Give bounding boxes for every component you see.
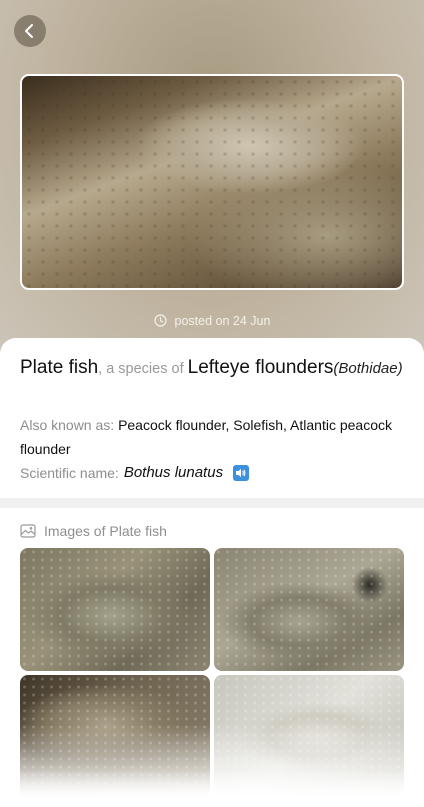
bottom-fade bbox=[0, 770, 424, 807]
species-connector: , a species of bbox=[98, 361, 188, 377]
also-known-as: Also known as: Peacock flounder, Solefis… bbox=[20, 413, 410, 461]
speaker-icon[interactable] bbox=[233, 464, 250, 481]
common-name: Plate fish bbox=[20, 357, 99, 378]
image-gallery-icon bbox=[20, 524, 36, 538]
speaker-glyph-icon bbox=[236, 468, 246, 477]
clock-icon bbox=[153, 314, 167, 327]
aka-label: Also known as: bbox=[20, 417, 119, 433]
section-divider bbox=[0, 498, 424, 508]
sci-value: Bothus lunatus bbox=[123, 464, 224, 481]
gallery-image[interactable] bbox=[214, 548, 404, 671]
family-name: (Bothidae) bbox=[333, 360, 403, 377]
species-title: Plate fish, a species of Lefteye flounde… bbox=[20, 356, 410, 381]
group-name[interactable]: Lefteye flounders bbox=[188, 357, 334, 378]
hero-backdrop: posted on 24 Jun bbox=[0, 0, 424, 372]
posted-text: posted on 24 Jun bbox=[174, 314, 271, 328]
gallery-image[interactable] bbox=[20, 548, 210, 671]
back-button[interactable] bbox=[14, 15, 46, 47]
scientific-name-row: Scientific name: Bothus lunatus bbox=[20, 464, 250, 481]
posted-date: posted on 24 Jun bbox=[0, 314, 424, 328]
chevron-left-icon bbox=[25, 24, 33, 38]
sci-label: Scientific name: bbox=[20, 464, 119, 481]
main-photo[interactable] bbox=[20, 74, 404, 290]
images-section-title: Images of Plate fish bbox=[44, 523, 167, 539]
images-section-header: Images of Plate fish bbox=[20, 523, 167, 539]
